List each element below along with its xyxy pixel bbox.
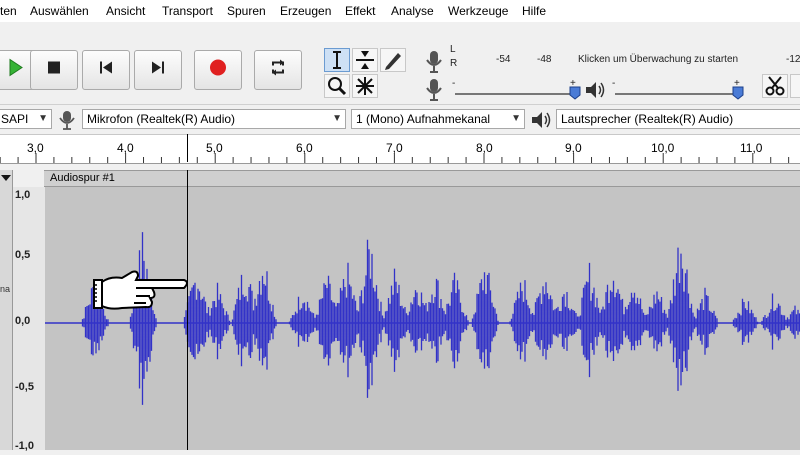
recording-device-value: Mikrofon (Realtek(R) Audio) [87, 112, 236, 126]
scale-label: -0,5 [15, 381, 34, 393]
hand-pointer-icon [93, 270, 188, 310]
menu-spuren[interactable]: Spuren [227, 4, 266, 18]
record-volume-minus: - [452, 78, 456, 89]
playback-volume-slider[interactable] [615, 93, 740, 95]
ruler-play-cursor [187, 134, 188, 162]
meter-right-label: R [450, 58, 458, 69]
meter-start-monitoring[interactable]: Klicken um Überwachung zu starten [578, 54, 738, 65]
track-name: Audiospur #1 [50, 172, 115, 184]
pencil-icon [385, 53, 401, 70]
meter-left-label: L [450, 44, 456, 55]
chevron-down-icon: ▼ [38, 113, 48, 124]
menu-effekt[interactable]: Effekt [345, 4, 375, 18]
device-toolbar: SAPI ▼ Mikrofon (Realtek(R) Audio) ▼ 1 (… [0, 104, 800, 133]
recording-channels-value: 1 (Mono) Aufnahmekanal [356, 112, 491, 126]
menu-ansicht[interactable]: Ansicht [106, 4, 145, 18]
chevron-down-icon: ▼ [332, 113, 342, 124]
track-control-panel[interactable]: na [0, 170, 13, 450]
playback-volume-thumb[interactable] [732, 86, 744, 100]
audio-waveform [45, 232, 800, 405]
recording-device-select[interactable]: Mikrofon (Realtek(R) Audio) ▼ [82, 109, 346, 129]
menu-datei[interactable]: ten [0, 4, 17, 18]
loop-button[interactable] [254, 50, 302, 90]
skip-start-button[interactable] [82, 50, 130, 90]
speaker-icon [532, 112, 551, 128]
audio-host-select[interactable]: SAPI ▼ [0, 109, 52, 129]
cut-button[interactable] [762, 74, 788, 98]
menu-transport[interactable]: Transport [162, 4, 213, 18]
scale-label: 0,5 [15, 249, 31, 261]
scale-label: 0,0 [15, 315, 31, 327]
toolbar: L R -54 -48 Klicken um Überwachung zu st… [0, 22, 800, 104]
waveform-samples [81, 232, 800, 405]
i-beam-icon [333, 51, 341, 69]
menu-werkzeuge[interactable]: Werkzeuge [448, 4, 508, 18]
record-volume-thumb[interactable] [569, 86, 581, 100]
draw-tool-button[interactable] [380, 48, 406, 72]
menu-bar: ten Auswählen Ansicht Transport Spuren E… [0, 0, 800, 22]
stop-button[interactable] [30, 50, 78, 90]
track-name-bar[interactable]: Audiospur #1 [44, 170, 800, 187]
menu-analyse[interactable]: Analyse [391, 4, 434, 18]
record-meter-microphone-icon[interactable] [424, 50, 444, 74]
menu-erzeugen[interactable]: Erzeugen [280, 4, 331, 18]
playback-device-value: Lautsprecher (Realtek(R) Audio) [561, 112, 734, 126]
record-button[interactable] [194, 50, 242, 90]
selection-tool-button[interactable] [324, 48, 350, 72]
track-menu-arrow-icon[interactable] [0, 173, 12, 183]
skip-end-button[interactable] [134, 50, 182, 90]
recording-channels-select[interactable]: 1 (Mono) Aufnahmekanal ▼ [351, 109, 525, 129]
scale-label: 1,0 [15, 189, 31, 201]
stop-icon [31, 61, 77, 80]
waveform-area[interactable] [45, 187, 800, 450]
record-volume-slider[interactable] [455, 93, 575, 95]
playback-volume-minus: - [612, 78, 616, 89]
skip-start-icon [83, 61, 129, 80]
multi-tool-icon [356, 77, 374, 95]
playback-device-select[interactable]: Lautsprecher (Realtek(R) Audio) [556, 109, 800, 129]
menu-auswaehlen[interactable]: Auswählen [30, 4, 89, 18]
copy-button[interactable] [790, 74, 800, 98]
envelope-tool-button[interactable] [352, 48, 378, 72]
menu-hilfe[interactable]: Hilfe [522, 4, 546, 18]
timeline-ruler[interactable]: 3,0 4,0 5,0 6,0 7,0 8,0 9,0 10,0 11,0 [0, 134, 800, 164]
microphone-icon [59, 111, 75, 130]
scale-label: -1,0 [15, 440, 34, 452]
audio-host-value: SAPI [1, 112, 29, 126]
record-volume-microphone-icon [426, 79, 442, 101]
scissors-icon [765, 76, 785, 96]
record-icon [195, 59, 241, 82]
magnifier-icon [328, 77, 347, 96]
playback-speaker-icon [586, 82, 605, 98]
meter-tick-54: -54 [496, 54, 511, 65]
chevron-down-icon: ▼ [511, 113, 521, 124]
meter-tick-12: -12 [786, 54, 800, 65]
skip-end-icon [135, 61, 181, 80]
loop-icon [255, 59, 301, 82]
vertical-scale[interactable]: 1,0 0,5 0,0 -0,5 -1,0 [13, 187, 46, 452]
envelope-icon [356, 51, 374, 69]
meter-tick-48: -48 [537, 54, 552, 65]
ruler-ticks [0, 153, 790, 163]
track-control-text: na [0, 284, 11, 294]
multi-tool-button[interactable] [352, 74, 378, 98]
zoom-tool-button[interactable] [324, 74, 350, 98]
